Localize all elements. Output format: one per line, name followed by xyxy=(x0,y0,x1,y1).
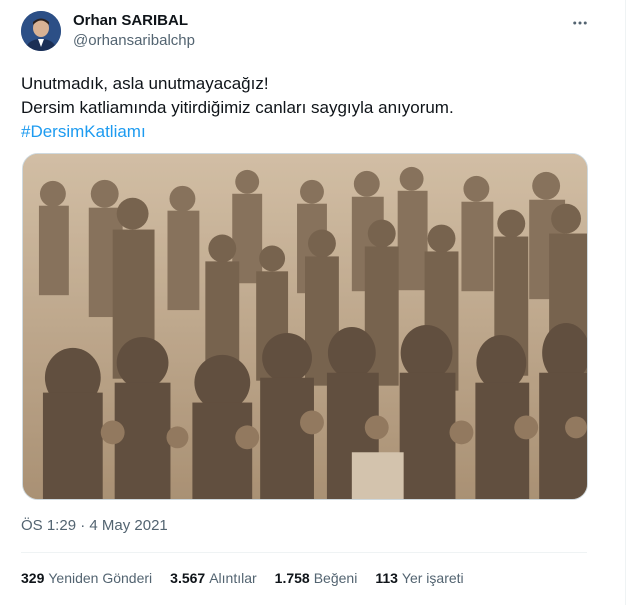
quotes-stat[interactable]: 3.567 Alıntılar xyxy=(170,570,257,586)
quotes-count: 3.567 xyxy=(170,570,206,586)
quotes-label: Alıntılar xyxy=(209,570,257,586)
tweet-stats: 329 Yeniden Gönderi 3.567 Alıntılar 1.758 B… xyxy=(21,570,482,586)
historical-group-photo xyxy=(23,154,587,499)
tweet-photo[interactable] xyxy=(22,153,588,500)
more-button[interactable] xyxy=(569,12,591,34)
retweets-label: Yeniden Gönderi xyxy=(48,570,153,586)
likes-stat[interactable]: 1.758 Beğeni xyxy=(275,570,358,586)
divider xyxy=(21,552,587,553)
tweet-card: Orhan SARIBAL @orhansaribalchp Unutmadık… xyxy=(0,0,626,605)
avatar[interactable] xyxy=(21,11,61,51)
retweets-stat[interactable]: 329 Yeniden Gönderi xyxy=(21,570,152,586)
tweet-text: Unutmadık, asla unutmayacağız! Dersim ka… xyxy=(21,72,454,144)
avatar-portrait-icon xyxy=(21,11,61,51)
bookmarks-stat[interactable]: 113 Yer işareti xyxy=(375,570,463,586)
retweets-count: 329 xyxy=(21,570,45,586)
tweet-timestamp[interactable]: ÖS 1:29 · 4 May 2021 xyxy=(21,517,168,534)
tweet-text-line-2: Dersim katliamında yitirdiğimiz canları … xyxy=(21,98,454,117)
likes-count: 1.758 xyxy=(274,570,310,586)
hashtag-link[interactable]: #DersimKatliamı xyxy=(21,120,454,144)
bookmarks-label: Yer işareti xyxy=(401,570,464,586)
author-name[interactable]: Orhan SARIBAL xyxy=(73,12,188,29)
more-dots-icon xyxy=(573,21,587,25)
likes-label: Beğeni xyxy=(313,570,358,586)
tweet-text-line-1: Unutmadık, asla unutmayacağız! xyxy=(21,74,269,93)
bookmarks-count: 113 xyxy=(375,570,398,586)
author-handle[interactable]: @orhansaribalchp xyxy=(73,32,195,49)
